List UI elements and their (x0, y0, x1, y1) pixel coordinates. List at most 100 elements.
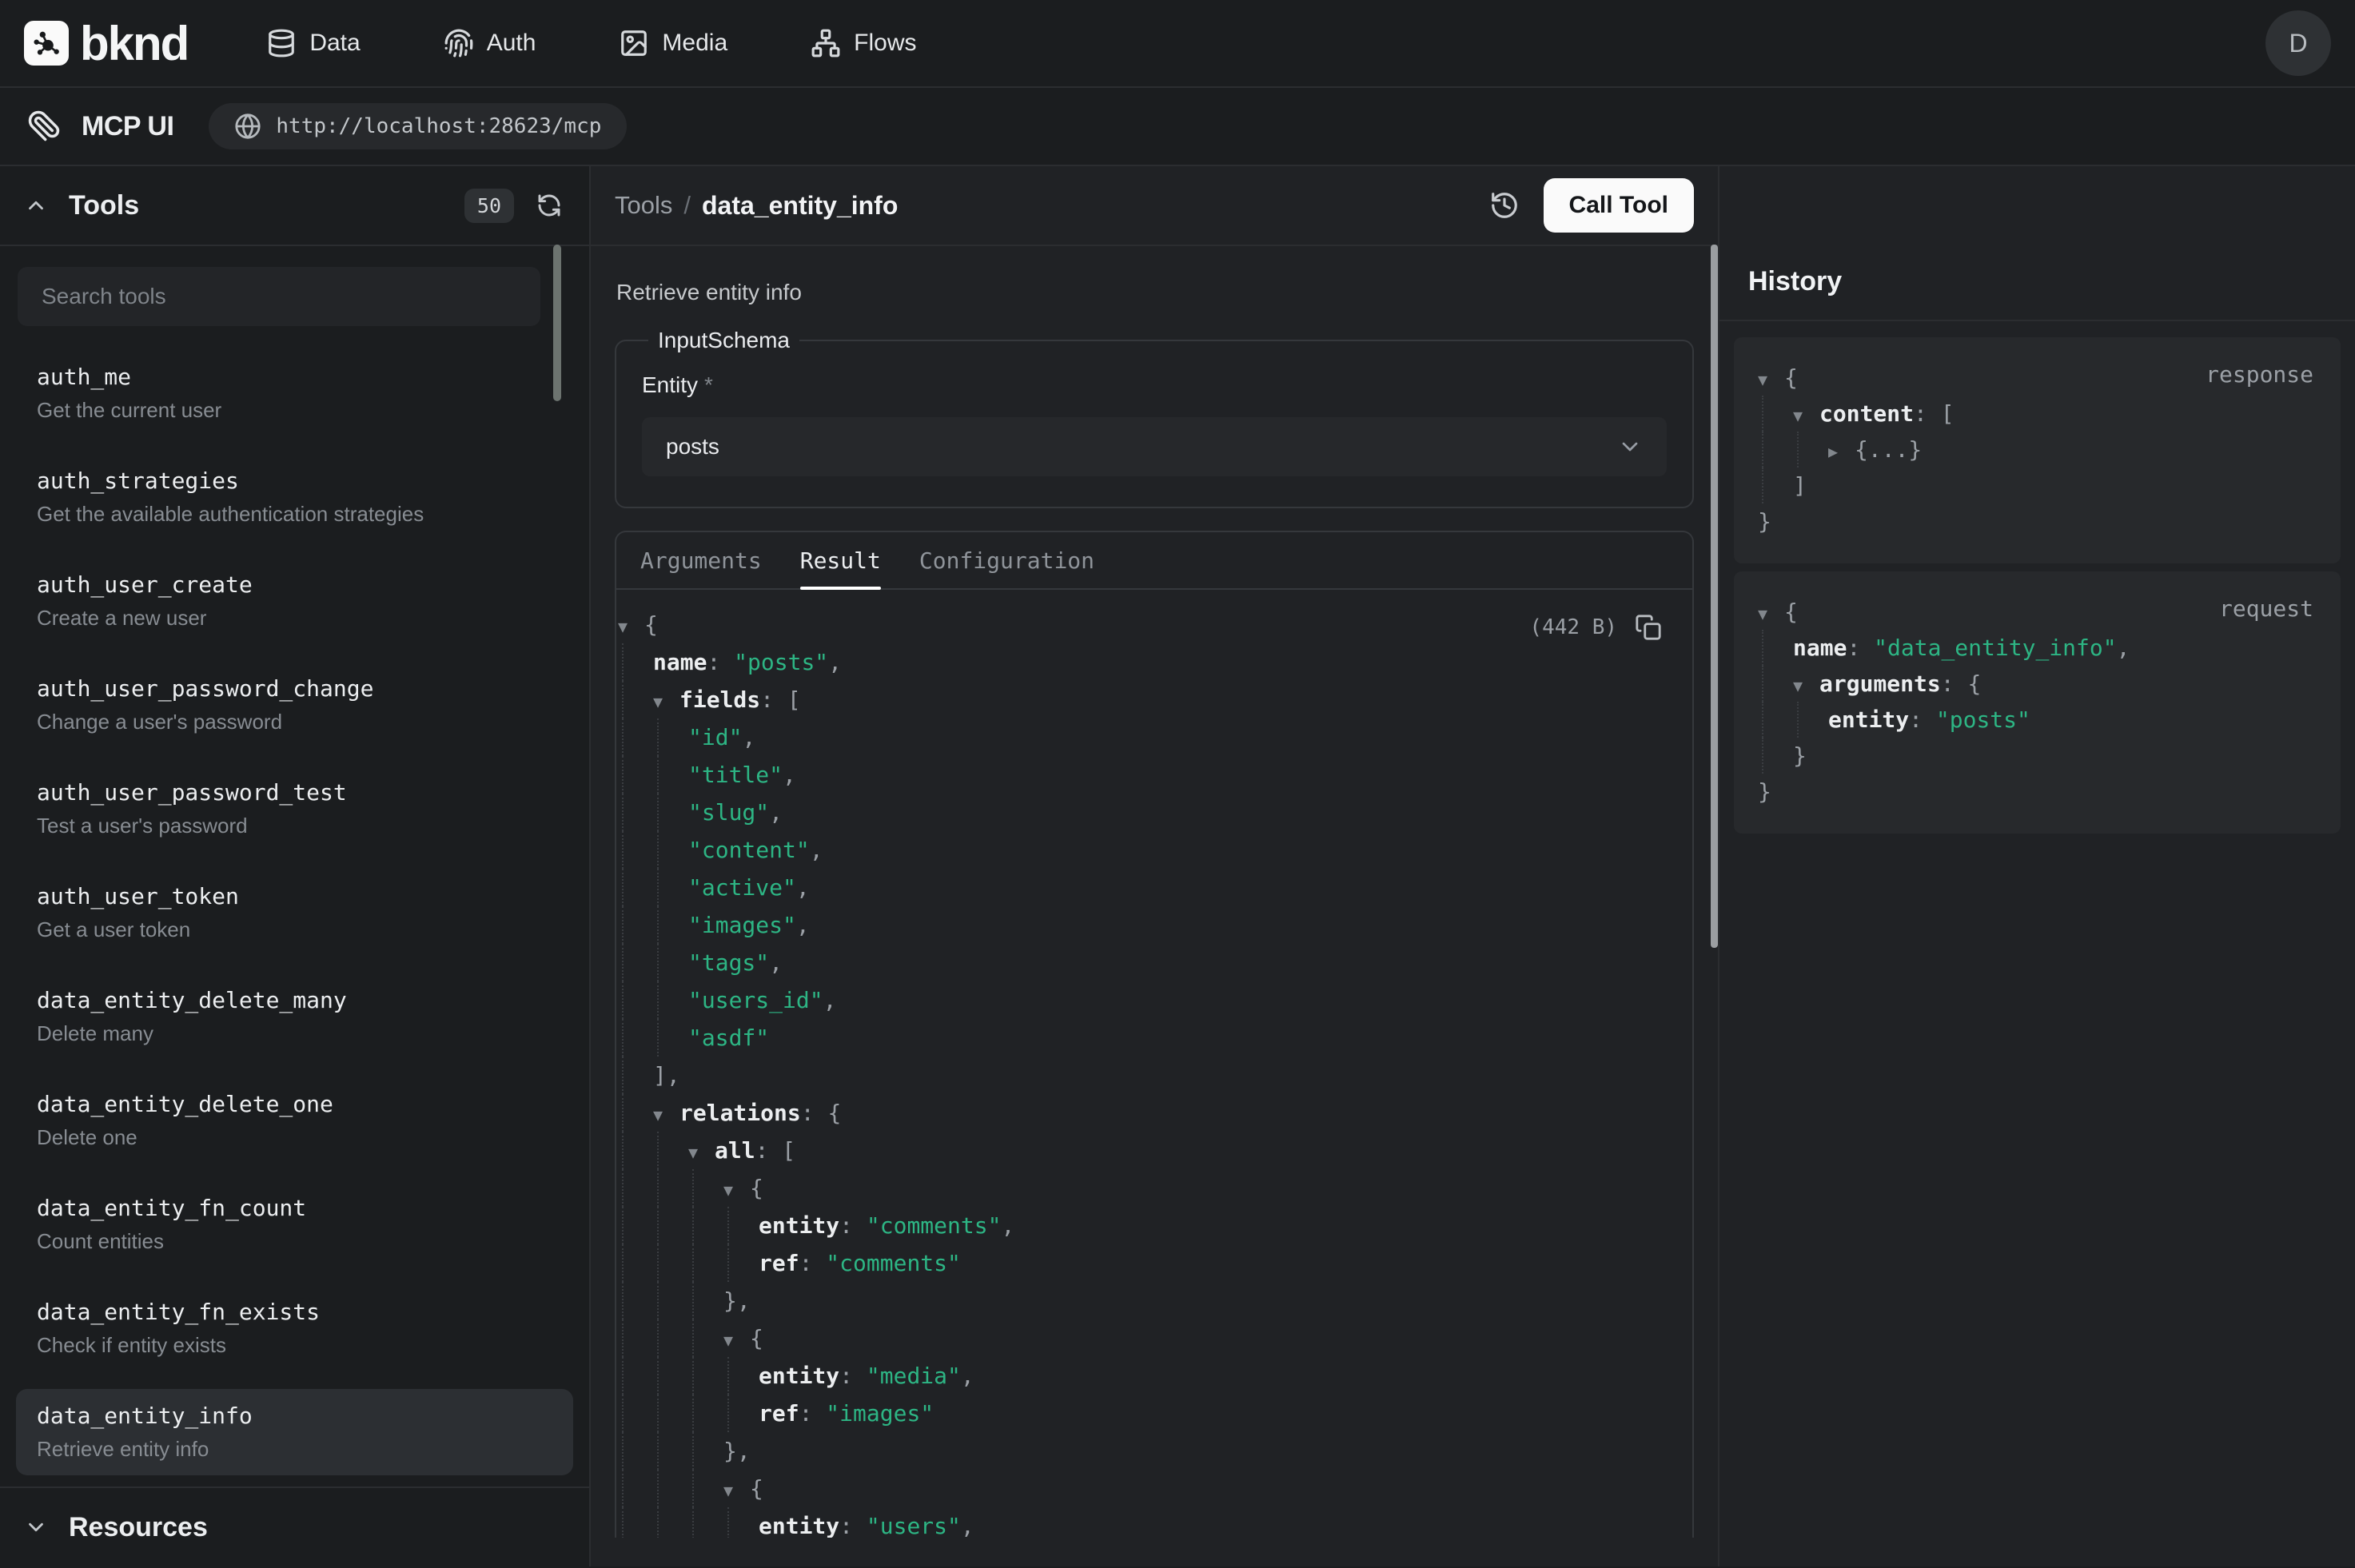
json-line: } (1758, 774, 2317, 810)
json-token-s: "posts" (1936, 706, 2030, 733)
sidebar-scrollbar[interactable] (553, 245, 561, 401)
mcp-url-pill[interactable]: http://localhost:28623/mcp (209, 103, 627, 149)
json-token-pu: } (1758, 508, 1771, 535)
history-entry-request[interactable]: request ▼{name: "data_entity_info",▼argu… (1734, 571, 2341, 834)
indent-guide (723, 1507, 759, 1538)
json-token-s: "posts" (734, 649, 828, 675)
sidebar-tool-item-data_entity_delete_one[interactable]: data_entity_delete_oneDelete one (16, 1077, 573, 1164)
json-token-co: : (801, 1100, 828, 1126)
indent-guide (618, 1132, 653, 1169)
entity-select[interactable]: posts (642, 417, 1667, 476)
indent-guide (688, 1244, 723, 1282)
collapse-toggle-icon[interactable]: ▼ (1793, 398, 1819, 434)
collapse-toggle-icon[interactable]: ▼ (1758, 362, 1784, 398)
history-header: History (1719, 166, 2355, 321)
collapse-toggle-icon[interactable]: ▼ (1758, 596, 1784, 632)
indent-guide (618, 831, 653, 869)
json-line: }, (618, 1432, 1692, 1470)
collapse-toggle-icon[interactable]: ▼ (618, 608, 644, 646)
json-line: } (1758, 738, 2317, 774)
json-line: "title", (618, 756, 1692, 794)
json-line: ▼relations: { (618, 1094, 1692, 1132)
json-token-k: name (1793, 635, 1847, 661)
nav-item-media[interactable]: Media (619, 28, 727, 58)
sidebar-tool-item-data_entity_fn_exists[interactable]: data_entity_fn_existsCheck if entity exi… (16, 1285, 573, 1371)
indent-guide (618, 1395, 653, 1432)
expand-toggle-icon[interactable]: ▶ (1828, 434, 1855, 470)
json-token-k: content (1819, 400, 1914, 427)
call-tool-button[interactable]: Call Tool (1544, 178, 1694, 233)
json-token-k: entity (1828, 706, 1909, 733)
sidebar-tool-item-auth_strategies[interactable]: auth_strategiesGet the available authent… (16, 454, 573, 540)
json-token-s: "slug" (688, 799, 769, 826)
history-entry-response[interactable]: response ▼{▼content: [▶{...}]} (1734, 337, 2341, 563)
network-icon (811, 28, 841, 58)
indent-guide (688, 1432, 723, 1470)
nav-item-flows[interactable]: Flows (811, 28, 916, 58)
sidebar-tool-item-data_entity_info[interactable]: data_entity_infoRetrieve entity info (16, 1389, 573, 1475)
json-line: name: "data_entity_info", (1758, 630, 2317, 666)
json-token-s: "asdf" (688, 1025, 769, 1051)
json-token-co: : (707, 649, 734, 675)
indent-guide (688, 1395, 723, 1432)
json-token-s: "comments" (867, 1212, 1002, 1239)
collapse-toggle-icon[interactable]: ▼ (653, 1096, 679, 1134)
refresh-tools-button[interactable] (536, 193, 562, 218)
bknd-logo[interactable]: bknd (24, 16, 188, 71)
indent-guide (688, 1207, 723, 1244)
json-line: name: "posts", (618, 643, 1692, 681)
collapse-toggle-icon[interactable]: ▼ (723, 1322, 750, 1359)
json-token-s: "users" (867, 1513, 961, 1538)
sidebar-tool-item-auth_user_token[interactable]: auth_user_tokenGet a user token (16, 870, 573, 956)
copy-icon (1635, 614, 1662, 641)
sidebar-tool-item-auth_user_create[interactable]: auth_user_createCreate a new user (16, 558, 573, 644)
nav-label: Data (309, 30, 360, 57)
collapse-toggle-icon[interactable]: ▼ (1793, 668, 1819, 704)
tab-configuration[interactable]: Configuration (919, 532, 1094, 588)
tool-name: data_entity_fn_exists (37, 1299, 552, 1325)
json-line: ref: "images" (618, 1395, 1692, 1432)
collapse-toggle-icon[interactable]: ▼ (723, 1172, 750, 1209)
json-token-pu: , (769, 949, 783, 976)
tab-row: Arguments Result Configuration (616, 532, 1692, 590)
copy-json-button[interactable] (1635, 614, 1662, 641)
collapse-toggle-icon[interactable]: ▼ (723, 1472, 750, 1510)
sidebar-tool-item-auth_user_password_change[interactable]: auth_user_password_changeChange a user's… (16, 662, 573, 748)
search-input[interactable] (18, 267, 540, 326)
collapse-toggle-icon[interactable]: ▼ (688, 1134, 715, 1172)
tool-description: Count entities (37, 1229, 552, 1254)
nav-item-data[interactable]: Data (266, 28, 360, 58)
sidebar-tool-item-data_entity_fn_count[interactable]: data_entity_fn_countCount entities (16, 1181, 573, 1268)
indent-guide (688, 1282, 723, 1319)
json-token-pu: { (644, 611, 658, 638)
indent-guide (653, 1282, 688, 1319)
nav-item-auth[interactable]: Auth (444, 28, 536, 58)
indent-guide (653, 1019, 688, 1057)
tools-section-header: Tools 50 (0, 166, 589, 246)
json-token-co: : (839, 1513, 867, 1538)
tools-section-title: Tools (69, 190, 139, 221)
breadcrumb-section[interactable]: Tools (615, 191, 672, 220)
indent-guide (653, 794, 688, 831)
json-line: entity: "posts" (1758, 702, 2317, 738)
main-scrollbar[interactable] (1711, 245, 1718, 948)
tab-arguments[interactable]: Arguments (640, 532, 762, 588)
tool-detail-panel: Tools / data_entity_info Call Tool Retri… (591, 166, 1719, 1566)
indent-guide (618, 1019, 653, 1057)
resources-section-header[interactable]: Resources (0, 1486, 589, 1566)
collapse-toggle-icon[interactable]: ▼ (653, 683, 679, 721)
json-token-co: : (1914, 400, 1941, 427)
tool-description: Change a user's password (37, 710, 552, 734)
tab-result[interactable]: Result (800, 532, 881, 588)
sidebar-tool-item-auth_me[interactable]: auth_meGet the current user (16, 350, 573, 436)
sidebar-tool-item-auth_user_password_test[interactable]: auth_user_password_testTest a user's pas… (16, 766, 573, 852)
image-icon (619, 28, 649, 58)
json-token-co: : (799, 1250, 827, 1276)
json-token-s: "images" (826, 1400, 934, 1427)
chevron-up-icon[interactable] (24, 193, 48, 217)
brand-name: bknd (80, 16, 188, 71)
sidebar-tool-item-data_entity_delete_many[interactable]: data_entity_delete_manyDelete many (16, 973, 573, 1060)
history-clock-icon (1489, 190, 1520, 221)
history-toggle-button[interactable] (1489, 190, 1520, 221)
user-avatar[interactable]: D (2265, 10, 2331, 76)
